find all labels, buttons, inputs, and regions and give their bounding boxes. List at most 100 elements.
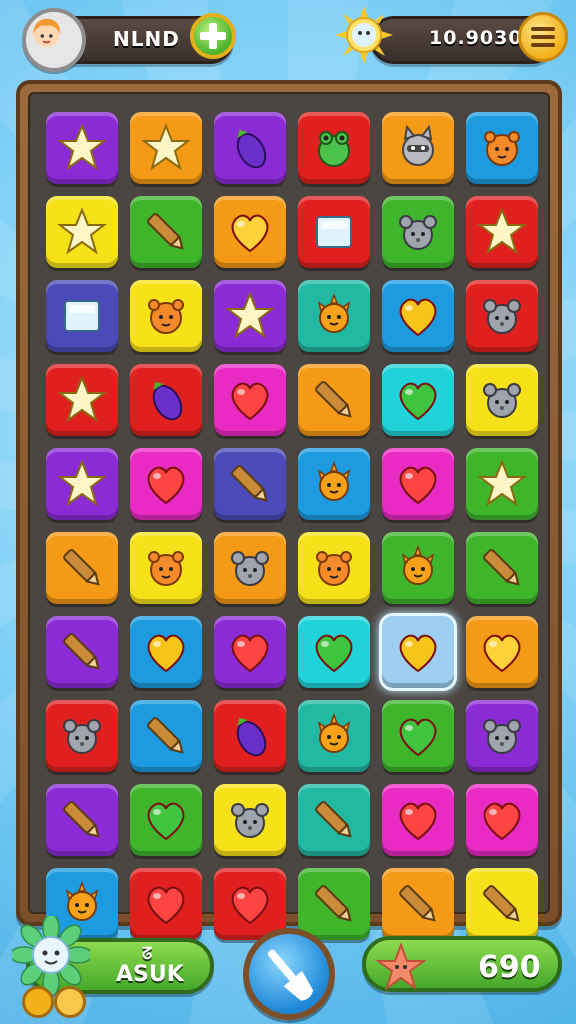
tile-sun-critter[interactable] (382, 532, 454, 604)
tile-mouse[interactable] (214, 532, 286, 604)
tile-star[interactable] (46, 364, 118, 436)
tile-star[interactable] (46, 448, 118, 520)
tile-mouse[interactable] (46, 700, 118, 772)
tile-heart[interactable] (382, 364, 454, 436)
tile-bear[interactable] (466, 112, 538, 184)
tile-pencil[interactable] (46, 532, 118, 604)
tile-block[interactable] (298, 196, 370, 268)
tile-bear[interactable] (130, 280, 202, 352)
heart-icon (399, 802, 437, 841)
star-icon (57, 375, 107, 423)
pencil-icon (483, 549, 520, 586)
tile-sun-critter[interactable] (298, 448, 370, 520)
tile-pencil[interactable] (46, 616, 118, 688)
tile-heart[interactable] (298, 616, 370, 688)
tile-pencil[interactable] (466, 532, 538, 604)
tile-pencil[interactable] (130, 196, 202, 268)
tile-star[interactable] (466, 196, 538, 268)
board-grid (28, 92, 550, 940)
eggplant-icon (152, 381, 183, 421)
heart-icon (231, 634, 269, 673)
tile-heart[interactable] (382, 448, 454, 520)
mouse-icon (231, 803, 269, 838)
tile-heart[interactable] (214, 196, 286, 268)
currency-amount: 10.9030 (429, 27, 523, 49)
tile-heart[interactable] (382, 784, 454, 856)
tile-eggplant[interactable] (214, 700, 286, 772)
sun-critter-icon (401, 544, 435, 585)
star-icon (374, 942, 428, 992)
tile-mouse[interactable] (382, 196, 454, 268)
tile-sun-critter[interactable] (298, 700, 370, 772)
heart-icon (231, 214, 269, 253)
tile-mouse[interactable] (466, 364, 538, 436)
tile-pencil[interactable] (298, 364, 370, 436)
bear-icon (148, 299, 184, 334)
eggplant-icon (236, 717, 267, 757)
mouse-icon (399, 215, 437, 250)
tile-heart[interactable] (382, 700, 454, 772)
heart-icon (147, 802, 185, 841)
tile-frog[interactable] (298, 112, 370, 184)
tile-heart[interactable] (130, 784, 202, 856)
shovel-button[interactable] (243, 928, 335, 1020)
tile-heart[interactable] (466, 616, 538, 688)
tile-block[interactable] (46, 280, 118, 352)
tile-mouse[interactable] (466, 700, 538, 772)
add-button[interactable] (190, 13, 236, 59)
tile-heart[interactable] (382, 280, 454, 352)
tile-heart[interactable] (214, 364, 286, 436)
booster-count: ᘔ (142, 944, 153, 963)
sun-critter-icon (317, 292, 351, 333)
star-icon (477, 459, 527, 507)
pencil-icon (63, 633, 100, 670)
heart-icon (147, 886, 185, 925)
heart-icon (231, 886, 269, 925)
heart-icon (231, 382, 269, 421)
heart-icon (147, 634, 185, 673)
bear-icon (484, 131, 520, 166)
star-icon (57, 459, 107, 507)
frog-icon (318, 131, 350, 167)
booster-label: ASUK (116, 962, 184, 987)
tile-bear[interactable] (130, 532, 202, 604)
tile-star[interactable] (214, 280, 286, 352)
tile-heart[interactable] (130, 448, 202, 520)
tile-mouse[interactable] (214, 784, 286, 856)
pencil-icon (315, 885, 352, 922)
tile-eggplant[interactable] (214, 112, 286, 184)
tile-heart[interactable] (466, 784, 538, 856)
heart-icon (315, 634, 353, 673)
mouse-icon (483, 299, 521, 334)
pencil-icon (147, 213, 184, 250)
mouse-icon (483, 383, 521, 418)
avatar-icon[interactable] (22, 8, 86, 72)
menu-button[interactable] (518, 12, 568, 62)
heart-icon (399, 382, 437, 421)
block-icon (316, 216, 352, 248)
tile-pencil[interactable] (214, 448, 286, 520)
tile-sun-critter[interactable] (298, 280, 370, 352)
tile-heart[interactable] (130, 616, 202, 688)
tile-mouse[interactable] (466, 280, 538, 352)
tile-eggplant[interactable] (130, 364, 202, 436)
player-name: NLND (113, 27, 180, 51)
tile-pencil[interactable] (298, 784, 370, 856)
heart-icon (399, 634, 437, 673)
tile-star[interactable] (466, 448, 538, 520)
tile-pencil[interactable] (130, 700, 202, 772)
swirl-coin-icon (22, 986, 54, 1018)
top-bar: NLND 10.9030 (0, 0, 576, 80)
tile-heart[interactable] (214, 616, 286, 688)
tile-star[interactable] (130, 112, 202, 184)
tile-star[interactable] (46, 196, 118, 268)
tile-star[interactable] (46, 112, 118, 184)
mouse-icon (483, 719, 521, 754)
heart-icon (147, 466, 185, 505)
tile-bear[interactable] (298, 532, 370, 604)
tile-heart[interactable] (379, 613, 457, 691)
tile-raccoon[interactable] (382, 112, 454, 184)
star-icon (225, 291, 275, 339)
tile-pencil[interactable] (46, 784, 118, 856)
flower-icon (9, 913, 93, 997)
